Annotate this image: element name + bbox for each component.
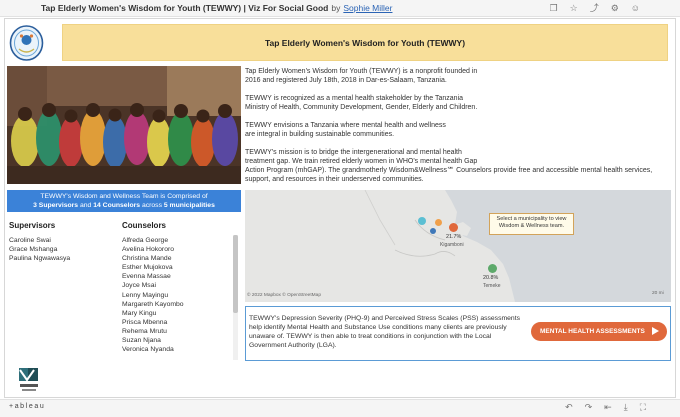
- by-label: by: [331, 3, 341, 13]
- counselor-count: 14 Counselors: [93, 202, 141, 209]
- about-paragraph-4: TEWWY's mission is to bridge the interge…: [245, 149, 653, 183]
- assessment-description: TEWWY's Depression Severity (PHQ-9) and …: [249, 315, 520, 350]
- share-icon[interactable]: ⤴: [590, 3, 599, 13]
- scrollbar-thumb[interactable]: [233, 235, 238, 313]
- copy-icon[interactable]: ❐: [550, 3, 558, 13]
- about-paragraph-2: TEWWY is recognized as a mental health s…: [245, 95, 478, 111]
- viz-for-social-good-logo: [16, 366, 44, 394]
- play-arrow-icon: [652, 327, 659, 335]
- button-label: MENTAL HEALTH ASSESSMENTS: [540, 328, 645, 335]
- kigamboni-label: Kigamboni: [440, 242, 464, 248]
- list-item: Avelina Hokororo: [122, 246, 175, 254]
- list-item: Alfreda George: [122, 237, 169, 244]
- redo-icon[interactable]: ↷: [585, 402, 593, 413]
- tewwy-logo: [7, 22, 46, 64]
- page-title-banner: Tap Elderly Women's Wisdom for Youth (TE…: [62, 24, 668, 61]
- about-paragraph-1: Tap Elderly Women's Wisdom for Youth (TE…: [245, 68, 478, 84]
- counselors-scrollbar[interactable]: [233, 235, 238, 360]
- fullscreen-icon[interactable]: ⛶: [640, 402, 646, 413]
- map-point-temeke[interactable]: [488, 264, 497, 273]
- title-bar-actions: ❐ ☆ ⤴ ⚙ ☺: [550, 3, 640, 13]
- settings-icon[interactable]: ⚙: [611, 3, 619, 13]
- list-item: Margareth Kayombo: [122, 300, 184, 308]
- list-item: Prisca Mbenna: [122, 318, 168, 326]
- supervisors-heading: Supervisors: [9, 221, 56, 230]
- map-attribution[interactable]: © 2022 Mapbox © OpenStreetMap: [247, 293, 321, 298]
- list-item: Joyce Msai: [122, 282, 156, 290]
- page-title: Tap Elderly Women's Wisdom for Youth (TE…: [264, 37, 466, 48]
- group-photo: [7, 66, 241, 184]
- star-icon[interactable]: ☆: [570, 3, 578, 13]
- author-link[interactable]: Sophie Miller: [343, 3, 392, 13]
- undo-icon[interactable]: ↶: [565, 402, 573, 413]
- municipality-count: 5 municipalities: [163, 202, 215, 209]
- map-point-municipality[interactable]: [418, 217, 426, 225]
- counselors-heading: Counselors: [122, 221, 167, 230]
- list-item: Mary Kingu: [122, 309, 157, 317]
- map-point-municipality[interactable]: [435, 219, 442, 226]
- map-point-municipality[interactable]: [430, 228, 436, 234]
- list-item: Esther Mujokova: [122, 264, 173, 272]
- about-paragraph-3: TEWWY envisions a Tanzania where mental …: [245, 122, 446, 138]
- list-item: Rehema Mrutu: [122, 327, 167, 335]
- map-instruction-tooltip: Select a municipality to view Wisdom & W…: [489, 213, 574, 235]
- profile-icon[interactable]: ☺: [631, 3, 640, 13]
- viz-title: Tap Elderly Women's Wisdom for Youth (TE…: [41, 3, 329, 13]
- kigamboni-percent: 21.7%: [446, 234, 462, 240]
- list-item: Lenny Mayingu: [122, 291, 169, 299]
- counselors-list: Alfreda George Avelina Hokororo Christin…: [122, 236, 184, 354]
- map-point-kigamboni[interactable]: [449, 223, 458, 232]
- list-item: Paulina Ngwawasya: [9, 255, 71, 263]
- list-item: Suzan Njana: [122, 337, 161, 345]
- list-item: Grace Mshanga: [9, 246, 58, 254]
- list-item: Caroline Swai: [9, 237, 51, 244]
- list-item: Veronica Nyanda: [122, 346, 174, 354]
- download-icon[interactable]: ⤓: [624, 402, 628, 413]
- list-item: Christina Mande: [122, 255, 172, 263]
- supervisor-count: 3 Supervisors: [33, 202, 79, 209]
- temeke-percent: 20.8%: [483, 275, 499, 281]
- revert-icon[interactable]: ⇤: [604, 402, 612, 413]
- toolbar-actions: ↶ ↷ ⇤ ⤓ ⛶: [565, 402, 646, 413]
- team-summary-bar: TEWWY's Wisdom and Wellness Team is Comp…: [7, 190, 241, 212]
- map-scale: 20 mi: [652, 291, 664, 296]
- list-item: Evenna Massae: [122, 273, 171, 281]
- temeke-label: Temeke: [483, 283, 501, 289]
- tableau-logo[interactable]: +ableau: [9, 403, 45, 410]
- supervisors-list: Caroline Swai Grace Mshanga Paulina Ngwa…: [9, 236, 70, 263]
- mental-health-assessments-button[interactable]: MENTAL HEALTH ASSESSMENTS: [531, 322, 667, 341]
